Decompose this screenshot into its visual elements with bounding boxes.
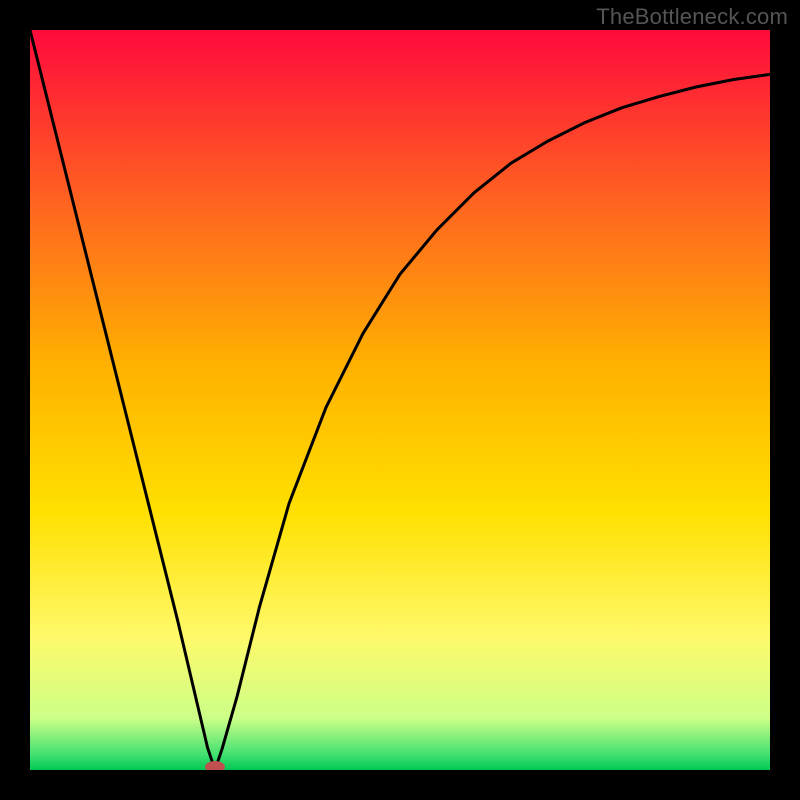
plot-area bbox=[30, 30, 770, 770]
gradient-background bbox=[30, 30, 770, 770]
plot-svg bbox=[30, 30, 770, 770]
watermark-text: TheBottleneck.com bbox=[596, 4, 788, 30]
chart-frame: TheBottleneck.com bbox=[0, 0, 800, 800]
